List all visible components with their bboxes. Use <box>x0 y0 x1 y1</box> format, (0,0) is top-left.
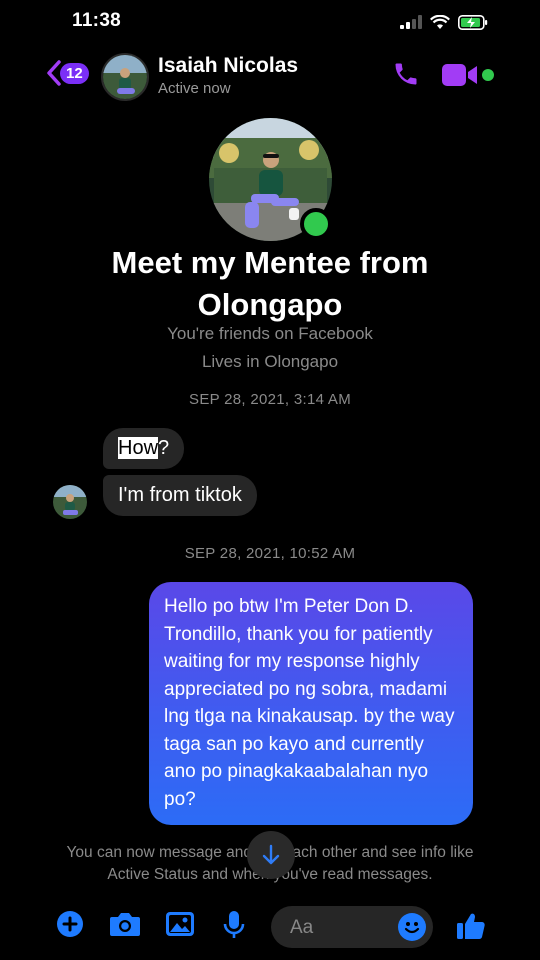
thumbs-up-icon[interactable] <box>456 911 486 941</box>
battery-charging-icon <box>458 14 488 30</box>
location-text: Lives in Olongapo <box>201 352 339 371</box>
incoming-message-bubble[interactable]: How? <box>103 428 185 469</box>
scroll-to-bottom-button[interactable] <box>247 831 295 879</box>
contact-active-status: Active now <box>158 80 231 97</box>
signal-icon <box>400 15 422 29</box>
back-button[interactable]: 12 <box>46 60 89 86</box>
sender-avatar[interactable] <box>53 485 87 519</box>
message-input-placeholder: Aa <box>290 917 314 938</box>
emoji-face-icon <box>404 922 420 934</box>
video-camera-icon[interactable] <box>442 63 478 87</box>
friends-status-text: You're friends on Facebook <box>167 324 373 343</box>
video-online-dot <box>482 69 494 81</box>
incoming-message-bubble[interactable]: I'm from tiktok <box>103 475 257 516</box>
status-time: 11:38 <box>72 10 122 31</box>
camera-icon[interactable] <box>109 910 141 938</box>
message-text: ? <box>158 437 170 459</box>
message-timestamp: SEP 28, 2021, 10:52 AM <box>184 545 356 562</box>
microphone-icon[interactable] <box>222 910 246 940</box>
gallery-icon[interactable] <box>165 910 195 938</box>
unread-count-badge: 12 <box>60 62 89 84</box>
profile-online-indicator <box>300 208 332 240</box>
sender-avatar-image <box>53 485 87 519</box>
outgoing-message-bubble[interactable]: Hello po btw I'm Peter Don D. Trondillo,… <box>149 582 473 825</box>
wifi-icon <box>430 14 450 29</box>
plus-icon[interactable] <box>56 910 84 938</box>
video-overlay-caption: Meet my Mentee from Olongapo <box>111 245 429 322</box>
arrow-down-icon <box>262 844 280 865</box>
status-icons <box>400 12 488 32</box>
avatar-photo <box>103 55 147 99</box>
message-text: Hello po btw I'm Peter Don D. Trondillo,… <box>164 596 455 810</box>
phone-icon[interactable] <box>392 60 420 88</box>
emoji-icon[interactable] <box>398 913 426 941</box>
message-text: I'm from tiktok <box>118 484 242 506</box>
contact-name[interactable]: Isaiah Nicolas <box>158 54 298 78</box>
message-timestamp: SEP 28, 2021, 3:14 AM <box>189 391 351 408</box>
header-avatar[interactable] <box>101 53 149 101</box>
selected-text: How <box>118 437 159 459</box>
